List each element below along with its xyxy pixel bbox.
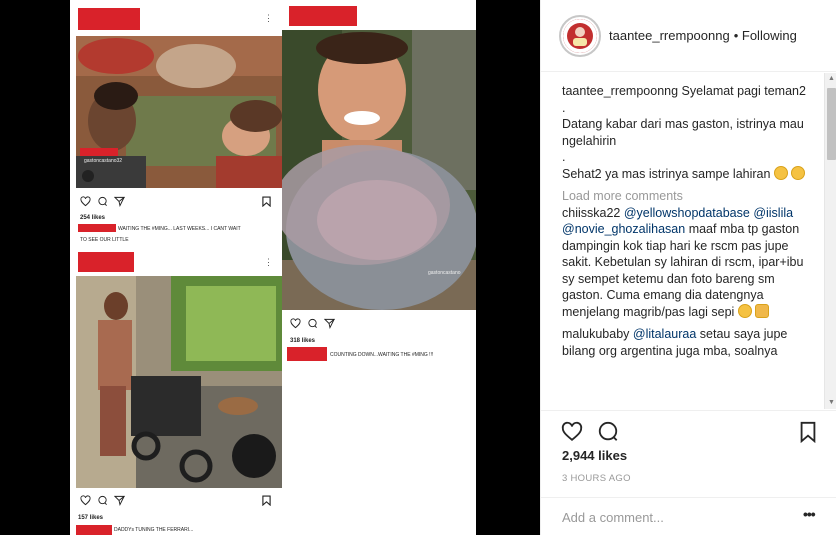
bookmark-icon — [262, 196, 271, 207]
caption-dot: . — [562, 100, 566, 115]
mention-link[interactable]: @iislila — [753, 206, 793, 220]
comment-item: chiisska22 @yellowshopdatabase @iislila … — [562, 205, 817, 321]
redacted-username — [289, 6, 357, 26]
share-icon — [324, 318, 335, 329]
avatar[interactable] — [559, 14, 601, 57]
smile-emoji-icon — [773, 165, 788, 180]
more-options-icon[interactable]: ••• — [803, 506, 816, 522]
mention-link[interactable]: @novie_ghozalihasan — [562, 222, 685, 236]
comments-list: taantee_rrempoonng Syelamat pagi teman2 … — [541, 73, 823, 409]
following-label: Following — [741, 28, 797, 43]
caption-line2: Datang kabar dari mas gaston, istrinya m… — [562, 117, 804, 148]
heart-icon — [80, 196, 91, 207]
post-header: taantee_rrempoonng • Following — [541, 0, 836, 72]
screenshot-collage: ⋮ gastoncastano32 254 likes WAITING THE … — [70, 0, 476, 535]
comment-input[interactable] — [562, 508, 792, 526]
bookmark-icon — [262, 495, 271, 506]
more-options-icon: ⋮ — [264, 257, 273, 267]
load-more-comments[interactable]: Load more comments — [562, 188, 817, 205]
post-timestamp[interactable]: 3 HOURS AGO — [562, 473, 631, 484]
caption-line1: Syelamat pagi teman2 — [681, 84, 806, 98]
post-image[interactable]: ⋮ gastoncastano32 254 likes WAITING THE … — [0, 0, 540, 535]
comment-panel: taantee_rrempoonng • Following taantee_r… — [540, 0, 836, 535]
post-likes: 157 likes — [78, 515, 104, 521]
heart-icon — [80, 495, 91, 506]
couple-photo: gastoncastano32 — [76, 36, 282, 188]
post-caption: WAITING THE #MING... LAST WEEKS... I CAN… — [118, 226, 241, 232]
more-options-icon: ⋮ — [264, 13, 273, 23]
heart-icon — [290, 318, 301, 329]
action-bar — [541, 410, 836, 452]
smile-emoji-icon — [791, 165, 806, 180]
redacted-caption-user — [78, 224, 116, 232]
redacted-caption-user — [76, 525, 112, 535]
post-actions — [80, 196, 125, 207]
woman-selfie-photo: gastoncastano — [282, 30, 476, 310]
smile-emoji-icon — [737, 303, 752, 318]
post-actions — [80, 495, 125, 506]
header-username[interactable]: taantee_rrempoonng — [609, 28, 730, 43]
stroller-photo — [76, 276, 282, 488]
comment-username[interactable]: malukubaby — [562, 327, 629, 341]
scroll-down-arrow-icon[interactable]: ▼ — [825, 397, 836, 409]
caption-line3-wrap: Sehat2 ya mas istrinya sampe lahiran — [562, 165, 817, 183]
photo-tag: gastoncastano32 — [84, 158, 123, 164]
mention-link[interactable]: @litalauraa — [633, 327, 696, 341]
comment-username[interactable]: taantee_rrempoonng — [562, 84, 678, 98]
post-likes: 318 likes — [290, 338, 316, 344]
comment-username[interactable]: chiisska22 — [562, 206, 620, 220]
redacted-tag — [80, 148, 118, 156]
avatar-image — [563, 18, 597, 53]
caption-dot: . — [562, 150, 566, 164]
caption-comment: taantee_rrempoonng Syelamat pagi teman2 — [562, 83, 817, 100]
comment-icon — [98, 495, 107, 505]
bookmark-icon[interactable] — [797, 421, 819, 443]
comment-icon[interactable] — [597, 421, 619, 443]
post-caption: DADDYs TUNING THE FERRARI... — [114, 527, 194, 533]
scroll-thumb[interactable] — [827, 88, 836, 160]
separator-dot: • — [733, 28, 739, 43]
post-likes: 254 likes — [80, 215, 106, 221]
caption-line3: Sehat2 ya mas istrinya sampe lahiran — [562, 166, 771, 181]
redacted-username — [78, 8, 140, 30]
comment-icon — [308, 318, 317, 328]
redacted-username — [78, 252, 134, 272]
redacted-caption-user — [287, 347, 327, 361]
post-caption-line2: TO SEE OUR LITTLE — [80, 237, 129, 243]
likes-count[interactable]: 2,944 likes — [562, 448, 627, 463]
post-caption: COUNTING DOWN...WAITING THE #MING !!! — [330, 352, 434, 358]
post-actions — [290, 318, 335, 329]
pray-hands-emoji-icon — [755, 303, 770, 318]
mention-link[interactable]: @yellowshopdatabase — [624, 206, 750, 220]
photo-tag: gastoncastano — [428, 270, 461, 276]
comment-icon — [98, 196, 107, 206]
scroll-up-arrow-icon[interactable]: ▲ — [825, 73, 836, 85]
add-comment-bar: ••• — [541, 497, 836, 535]
follow-status[interactable]: • Following — [734, 28, 797, 43]
share-icon — [114, 196, 125, 207]
comments-scrollbar[interactable]: ▲ ▼ — [824, 73, 836, 409]
share-icon — [114, 495, 125, 506]
heart-icon[interactable] — [561, 421, 583, 443]
user-tag-icon — [82, 170, 94, 182]
comment-item: malukubaby @litalauraa setau saya jupe b… — [562, 326, 817, 359]
